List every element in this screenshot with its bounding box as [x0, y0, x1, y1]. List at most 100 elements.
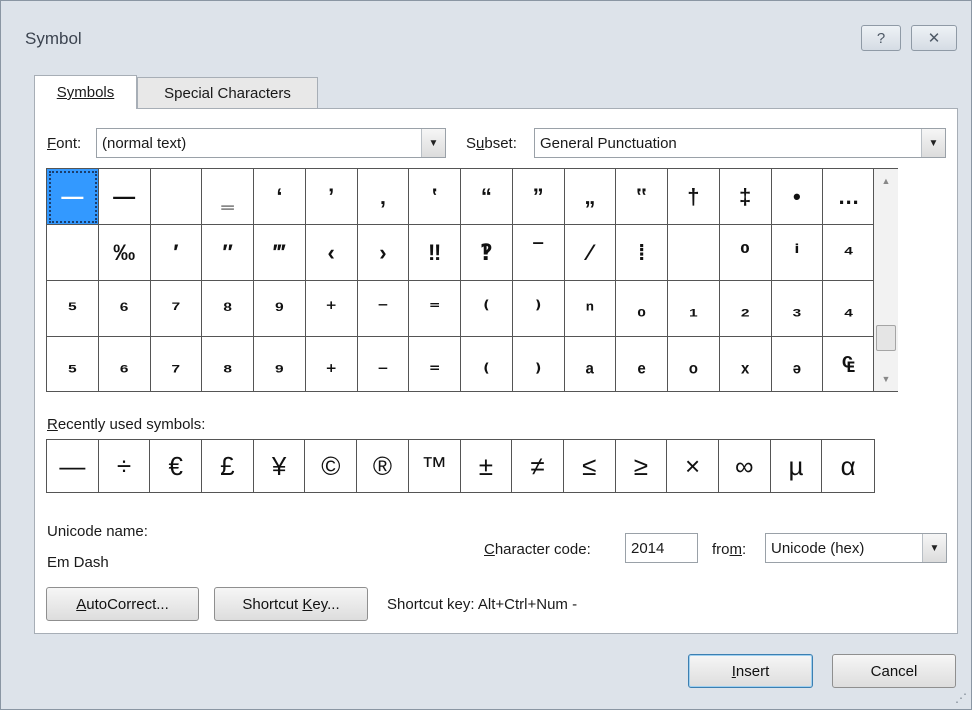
symbol-cell[interactable]: ₓ	[720, 337, 772, 391]
symbol-cell[interactable]	[668, 225, 720, 281]
subset-select[interactable]: General Punctuation ▼	[534, 128, 946, 158]
symbol-cell[interactable]: ₑ	[616, 337, 668, 391]
help-button[interactable]: ?	[861, 25, 901, 51]
symbol-cell[interactable]: ⁞	[616, 225, 668, 281]
recent-symbol-cell[interactable]: ≠	[512, 440, 564, 492]
symbol-cell[interactable]: ⁺	[305, 281, 358, 337]
symbol-cell[interactable]: ₔ	[772, 337, 824, 391]
recent-symbol-cell[interactable]: ®	[357, 440, 409, 492]
recent-symbol-cell[interactable]: ×	[667, 440, 719, 492]
symbol-cell[interactable]: ′	[150, 225, 203, 281]
symbol-cell[interactable]: ⁽	[461, 281, 513, 337]
recent-symbol-cell[interactable]: ¥	[254, 440, 306, 492]
symbol-cell[interactable]: †	[668, 169, 720, 225]
symbol-cell[interactable]: ‰	[98, 225, 151, 281]
symbol-cell[interactable]: —	[47, 169, 99, 225]
symbol-cell[interactable]: ⁹	[254, 281, 306, 337]
from-select[interactable]: Unicode (hex) ▼	[765, 533, 947, 563]
symbol-cell[interactable]: ‡	[719, 169, 772, 225]
recent-symbol-cell[interactable]: ±	[461, 440, 513, 492]
symbol-cell[interactable]: ‟	[616, 169, 668, 225]
recent-symbol-cell[interactable]: £	[202, 440, 254, 492]
symbol-cell[interactable]: ⁵	[47, 281, 99, 337]
recent-symbol-cell[interactable]: ∞	[719, 440, 771, 492]
symbol-cell[interactable]: ‚	[357, 169, 410, 225]
shortcut-key-button[interactable]: Shortcut Key...	[214, 587, 368, 621]
chevron-down-icon[interactable]: ▼	[922, 534, 946, 562]
insert-button[interactable]: Insert	[688, 654, 813, 688]
scroll-down-icon[interactable]: ▼	[874, 369, 898, 389]
recent-symbol-cell[interactable]: ™	[409, 440, 461, 492]
recent-symbol-cell[interactable]: —	[47, 440, 99, 492]
symbol-cell[interactable]: ⁾	[512, 281, 565, 337]
symbol-cell[interactable]: ₐ	[565, 337, 617, 391]
tab-special-characters[interactable]: Special Characters	[137, 77, 318, 109]
recent-symbol-cell[interactable]: ≤	[564, 440, 616, 492]
symbol-cell[interactable]: ₄	[823, 281, 873, 337]
symbol-cell[interactable]: ‘	[254, 169, 306, 225]
symbol-cell[interactable]: ₈	[202, 337, 254, 391]
close-button[interactable]: ✕	[911, 25, 957, 51]
symbol-cell[interactable]: ₀	[616, 281, 668, 337]
symbol-cell[interactable]: ⁻	[357, 281, 410, 337]
chevron-down-icon[interactable]: ▼	[921, 129, 945, 157]
recent-symbol-cell[interactable]: €	[150, 440, 203, 492]
symbol-cell[interactable]: ’	[305, 169, 358, 225]
symbol-cell[interactable]: ⁄	[564, 225, 617, 281]
symbol-cell[interactable]: ₎	[513, 337, 565, 391]
symbol-cell[interactable]: ”	[512, 169, 565, 225]
symbol-cell[interactable]: ‾	[512, 225, 565, 281]
symbol-cell[interactable]: ₋	[358, 337, 410, 391]
symbol-cell[interactable]: ₅	[47, 337, 99, 391]
symbol-cell[interactable]: ⁿ	[564, 281, 617, 337]
symbol-grid-scrollbar[interactable]: ▲ ▼	[874, 168, 898, 392]
symbol-cell[interactable]: ₆	[99, 337, 151, 391]
symbol-cell[interactable]: …	[823, 169, 873, 225]
recent-symbol-cell[interactable]: α	[822, 440, 874, 492]
character-code-input[interactable]: 2014	[625, 533, 698, 563]
recent-symbol-cell[interactable]: ≥	[616, 440, 668, 492]
symbol-cell[interactable]: ⁸	[202, 281, 254, 337]
cancel-button[interactable]: Cancel	[832, 654, 956, 688]
symbol-cell[interactable]: ₒ	[668, 337, 720, 391]
symbol-cell[interactable]: “	[461, 169, 513, 225]
symbol-cell[interactable]: ⁴	[823, 225, 873, 281]
symbol-cell[interactable]: ⁶	[98, 281, 151, 337]
symbol-cell[interactable]: ₃	[771, 281, 824, 337]
symbol-cell[interactable]: ⁷	[150, 281, 203, 337]
scroll-thumb[interactable]	[876, 325, 896, 351]
symbol-cell[interactable]: ›	[357, 225, 410, 281]
symbol-cell[interactable]: ₊	[306, 337, 358, 391]
symbol-cell[interactable]: ₇	[151, 337, 203, 391]
symbol-cell[interactable]	[150, 169, 203, 225]
resize-grip-icon[interactable]: ⋰	[955, 691, 967, 705]
symbol-cell[interactable]: ‼	[409, 225, 461, 281]
symbol-cell[interactable]: ₌	[409, 337, 461, 391]
recent-symbol-cell[interactable]: ©	[305, 440, 358, 492]
recent-symbol-cell[interactable]: µ	[771, 440, 823, 492]
recent-symbol-cell[interactable]: ÷	[99, 440, 151, 492]
symbol-cell[interactable]: ‗	[202, 169, 254, 225]
symbol-cell[interactable]: ₍	[461, 337, 513, 391]
symbol-cell[interactable]: ‛	[409, 169, 461, 225]
symbol-cell[interactable]: ⁱ	[771, 225, 824, 281]
symbol-cell[interactable]: —	[98, 169, 151, 225]
chevron-down-icon[interactable]: ▼	[421, 129, 445, 157]
symbol-cell[interactable]	[47, 225, 99, 281]
symbol-cell[interactable]: „	[564, 169, 617, 225]
symbol-cell[interactable]: ‴	[254, 225, 306, 281]
tab-symbols[interactable]: Symbols	[34, 75, 137, 109]
symbol-cell[interactable]: ⁰	[719, 225, 772, 281]
symbol-cell[interactable]: ₂	[719, 281, 772, 337]
symbol-cell[interactable]: ₠	[823, 337, 873, 391]
symbol-cell[interactable]: •	[771, 169, 824, 225]
autocorrect-button[interactable]: AutoCorrect...	[46, 587, 199, 621]
font-select[interactable]: (normal text) ▼	[96, 128, 446, 158]
symbol-cell[interactable]: ₉	[254, 337, 306, 391]
symbol-cell[interactable]: ₁	[668, 281, 720, 337]
symbol-cell[interactable]: ″	[202, 225, 254, 281]
symbol-cell[interactable]: ‹	[305, 225, 358, 281]
scroll-up-icon[interactable]: ▲	[874, 171, 898, 191]
symbol-cell[interactable]: ‽	[461, 225, 513, 281]
symbol-cell[interactable]: ⁼	[409, 281, 461, 337]
